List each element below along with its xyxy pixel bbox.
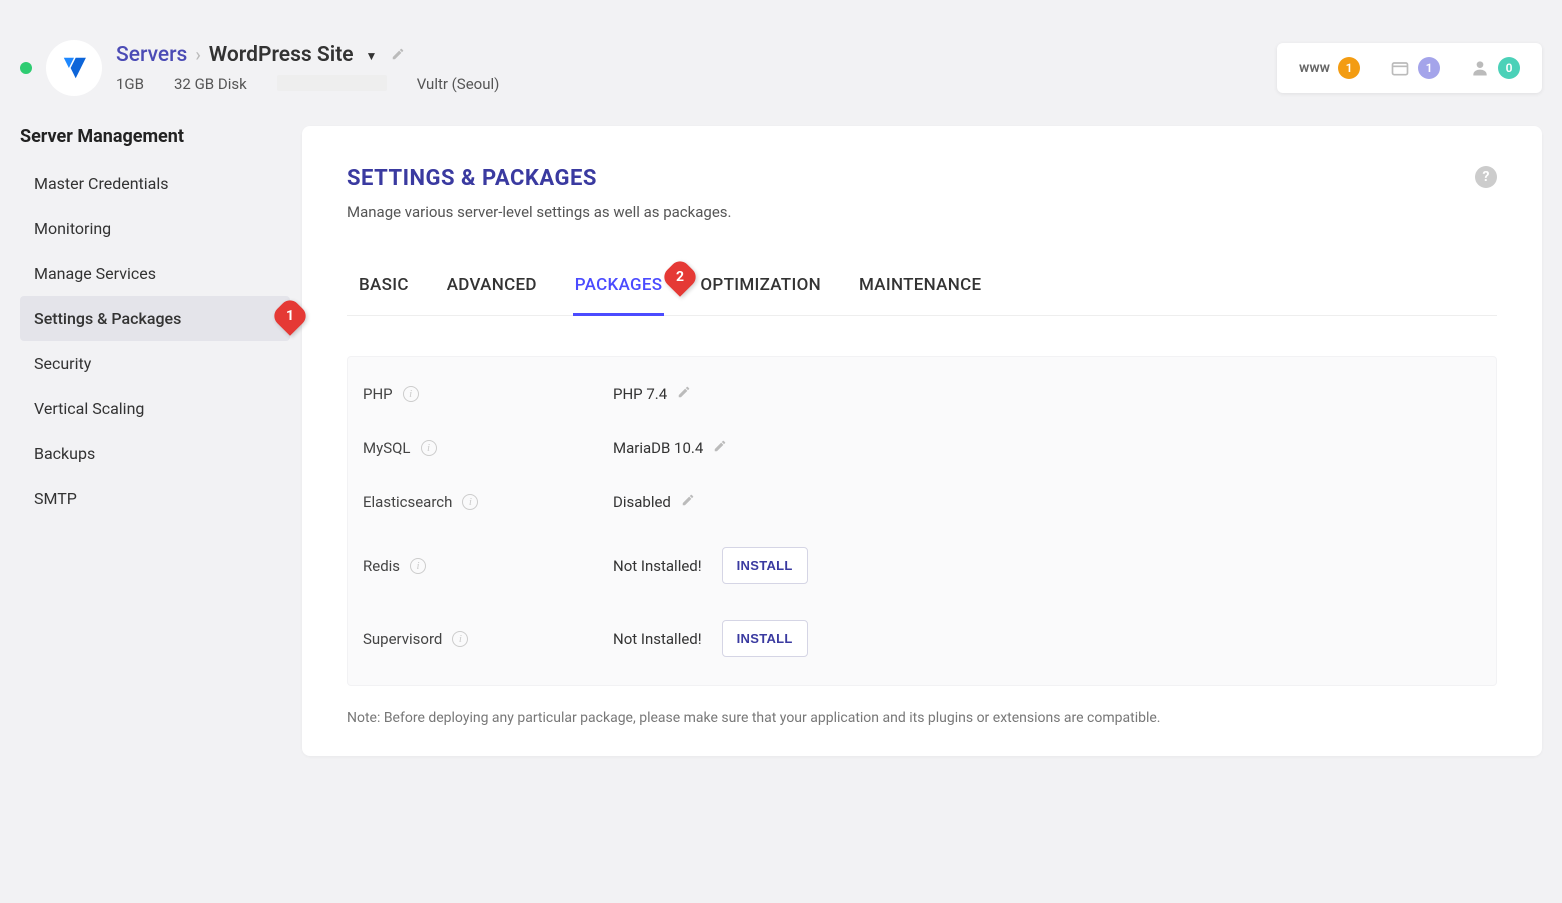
package-value: MariaDB 10.4 xyxy=(613,439,727,457)
header-chips: www 1 1 0 xyxy=(1277,43,1542,93)
annotation-marker-2: 2 xyxy=(661,257,701,297)
user-icon xyxy=(1470,58,1490,78)
sidebar-item-master-credentials[interactable]: Master Credentials xyxy=(20,161,290,206)
sidebar-item-security[interactable]: Security xyxy=(20,341,290,386)
users-count-badge: 0 xyxy=(1498,57,1520,79)
package-value: Disabled xyxy=(613,493,695,511)
sidebar-item-backups[interactable]: Backups xyxy=(20,431,290,476)
card-title: SETTINGS & PACKAGES xyxy=(347,166,731,191)
sidebar-item-vertical-scaling[interactable]: Vertical Scaling xyxy=(20,386,290,431)
server-status-dot xyxy=(20,62,32,74)
breadcrumb: Servers › WordPress Site ▼ xyxy=(116,43,499,67)
server-switch-dropdown[interactable]: ▼ xyxy=(366,49,378,63)
help-icon[interactable]: ? xyxy=(1475,166,1497,188)
package-row-supervisord: Supervisord i Not Installed! INSTALL xyxy=(363,602,1481,675)
vultr-icon xyxy=(57,51,91,85)
info-icon[interactable]: i xyxy=(403,386,419,402)
www-chip[interactable]: www 1 xyxy=(1299,57,1360,79)
breadcrumb-root[interactable]: Servers xyxy=(116,43,187,67)
sidebar-title: Server Management xyxy=(20,126,290,161)
package-row-mysql: MySQL i MariaDB 10.4 xyxy=(363,421,1481,475)
sidebar-item-label: Settings & Packages xyxy=(34,309,181,328)
tab-label: PACKAGES xyxy=(575,275,663,295)
footnote: Note: Before deploying any particular pa… xyxy=(347,710,1497,726)
www-label: www xyxy=(1299,60,1330,76)
sidebar-item-monitoring[interactable]: Monitoring xyxy=(20,206,290,251)
users-chip[interactable]: 0 xyxy=(1470,57,1520,79)
tab-basic[interactable]: BASIC xyxy=(357,271,411,315)
edit-elasticsearch-button[interactable] xyxy=(681,493,695,511)
package-list: PHP i PHP 7.4 MySQL i MariaDB 10.4 xyxy=(347,356,1497,686)
folder-icon xyxy=(1390,58,1410,78)
package-value: PHP 7.4 xyxy=(613,385,691,403)
package-label: PHP i xyxy=(363,385,603,403)
package-row-php: PHP i PHP 7.4 xyxy=(363,367,1481,421)
info-icon[interactable]: i xyxy=(452,631,468,647)
server-meta: Servers › WordPress Site ▼ 1GB 32 GB Dis… xyxy=(116,43,499,93)
main-card: SETTINGS & PACKAGES Manage various serve… xyxy=(302,126,1542,756)
edit-php-button[interactable] xyxy=(677,385,691,403)
stat-provider: Vultr (Seoul) xyxy=(417,75,500,93)
sidebar-item-manage-services[interactable]: Manage Services xyxy=(20,251,290,296)
info-icon[interactable]: i xyxy=(462,494,478,510)
server-name: WordPress Site xyxy=(209,43,354,67)
chevron-right-icon: › xyxy=(195,45,200,66)
sidebar: Server Management Master Credentials Mon… xyxy=(20,126,290,521)
sidebar-item-settings-packages[interactable]: Settings & Packages 1 xyxy=(20,296,290,341)
apps-count-badge: 1 xyxy=(1418,57,1440,79)
info-icon[interactable]: i xyxy=(421,440,437,456)
package-label: Redis i xyxy=(363,557,603,575)
apps-chip[interactable]: 1 xyxy=(1390,57,1440,79)
layout: Server Management Master Credentials Mon… xyxy=(0,126,1562,796)
header-left: Servers › WordPress Site ▼ 1GB 32 GB Dis… xyxy=(20,40,499,96)
package-row-elasticsearch: Elasticsearch i Disabled xyxy=(363,475,1481,529)
card-head: SETTINGS & PACKAGES Manage various serve… xyxy=(347,166,1497,221)
package-label: Supervisord i xyxy=(363,630,603,648)
www-count-badge: 1 xyxy=(1338,57,1360,79)
package-value: Not Installed! INSTALL xyxy=(613,620,808,657)
stat-ram: 1GB xyxy=(116,75,144,93)
header-bar: Servers › WordPress Site ▼ 1GB 32 GB Dis… xyxy=(0,0,1562,126)
package-label: Elasticsearch i xyxy=(363,493,603,511)
install-redis-button[interactable]: INSTALL xyxy=(722,547,808,584)
sidebar-item-smtp[interactable]: SMTP xyxy=(20,476,290,521)
card-subtitle: Manage various server-level settings as … xyxy=(347,203,731,221)
package-label: MySQL i xyxy=(363,439,603,457)
rename-server-button[interactable] xyxy=(391,43,405,67)
package-value: Not Installed! INSTALL xyxy=(613,547,808,584)
tabs: BASIC ADVANCED PACKAGES 2 OPTIMIZATION M… xyxy=(347,271,1497,316)
provider-logo xyxy=(46,40,102,96)
info-icon[interactable]: i xyxy=(410,558,426,574)
edit-mysql-button[interactable] xyxy=(713,439,727,457)
tab-packages[interactable]: PACKAGES 2 xyxy=(573,271,665,316)
stat-disk: 32 GB Disk xyxy=(174,75,247,93)
package-row-redis: Redis i Not Installed! INSTALL xyxy=(363,529,1481,602)
tab-advanced[interactable]: ADVANCED xyxy=(445,271,539,315)
stat-ip-redacted xyxy=(277,75,387,91)
tab-optimization[interactable]: OPTIMIZATION xyxy=(698,271,823,315)
install-supervisord-button[interactable]: INSTALL xyxy=(722,620,808,657)
server-stats: 1GB 32 GB Disk Vultr (Seoul) xyxy=(116,75,499,93)
tab-maintenance[interactable]: MAINTENANCE xyxy=(857,271,983,315)
